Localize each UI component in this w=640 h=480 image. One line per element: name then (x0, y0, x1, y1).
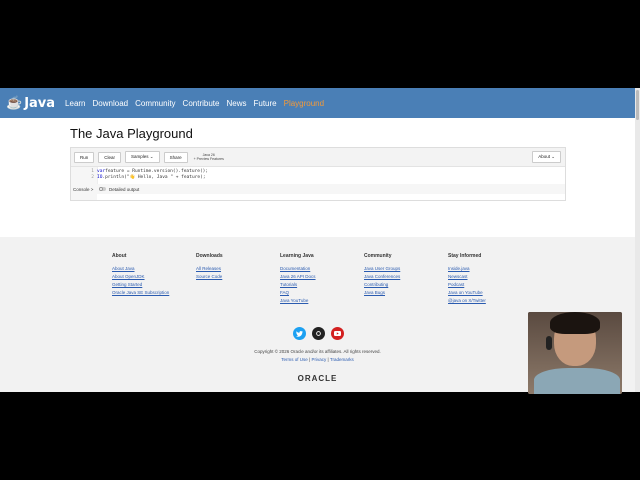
footer-link[interactable]: Java 26 API Docs (280, 274, 364, 279)
playground-toolbar: Run Clear Samples ⌄ Share Java 26 + Prev… (71, 148, 565, 167)
nav-download[interactable]: Download (93, 99, 129, 108)
footer-link[interactable]: Java Conferences (364, 274, 448, 279)
java-logo[interactable]: ☕ Java (6, 95, 55, 111)
footer-col-about: About About Java About OpenJDK Getting S… (112, 253, 196, 306)
footer-link[interactable]: Newscast (448, 274, 532, 279)
console-output (97, 194, 565, 200)
clear-button[interactable]: Clear (98, 151, 122, 163)
social-links (290, 327, 347, 340)
nav-future[interactable]: Future (253, 99, 276, 108)
console-header: Console > Detailed output (71, 184, 565, 194)
person-body (534, 368, 620, 394)
code-text: .println("👋 Hello, Java " + feature); (102, 175, 206, 180)
person-hair (550, 312, 600, 334)
footer-col-title: Learning Java (280, 253, 314, 259)
footer-columns: About About Java About OpenJDK Getting S… (112, 253, 532, 306)
top-navbar: ☕ Java Learn Download Community Contribu… (0, 88, 640, 118)
footer-link[interactable]: @java on X/Twitter (448, 298, 532, 303)
playground-panel: Run Clear Samples ⌄ Share Java 26 + Prev… (70, 147, 566, 201)
footer-link[interactable]: Java YouTube (280, 298, 364, 303)
page-title: The Java Playground (70, 126, 193, 141)
footer-link[interactable]: FAQ (280, 290, 364, 295)
detailed-output-toggle[interactable] (99, 187, 106, 191)
nav-learn[interactable]: Learn (65, 99, 85, 108)
about-dropdown[interactable]: About ⌄ (532, 151, 561, 163)
footer-link[interactable]: About Java (112, 266, 196, 271)
footer-col-stay-informed: Stay Informed Inside.java Newscast Podca… (448, 253, 532, 306)
footer-link[interactable]: Java Bugs (364, 290, 448, 295)
java-cup-icon: ☕ (6, 95, 23, 110)
logo-text: Java (24, 95, 56, 111)
headset-icon (546, 336, 552, 350)
java-version-selector[interactable]: Java 26 + Preview Features (194, 153, 224, 161)
nav-news[interactable]: News (226, 99, 246, 108)
share-button[interactable]: Share (163, 151, 188, 163)
samples-dropdown[interactable]: Samples ⌄ (125, 151, 160, 163)
code-editor[interactable]: 1 var feature = Runtime.version().featur… (91, 167, 565, 184)
footer-link[interactable]: Source Code (196, 274, 280, 279)
footer-link[interactable]: Inside.java (448, 266, 532, 271)
footer-link[interactable]: Getting Started (112, 282, 196, 287)
footer-link[interactable]: Java User Groups (364, 266, 448, 271)
terms-link[interactable]: Terms of Use (281, 357, 308, 362)
code-line: 2 IO .println("👋 Hello, Java " + feature)… (91, 175, 565, 181)
footer-link[interactable]: Documentation (280, 266, 364, 271)
github-icon[interactable] (312, 327, 325, 340)
page-scrollbar[interactable] (635, 88, 640, 392)
youtube-icon[interactable] (331, 327, 344, 340)
footer-link[interactable]: Oracle Java SE Subscription (112, 290, 196, 295)
footer-col-title: Downloads (196, 253, 223, 259)
footer-link[interactable]: Contributing (364, 282, 448, 287)
footer-link[interactable]: Podcast (448, 282, 532, 287)
nav-community[interactable]: Community (135, 99, 175, 108)
footer-link[interactable]: About OpenJDK (112, 274, 196, 279)
scrollbar-thumb[interactable] (636, 90, 639, 120)
privacy-link[interactable]: Privacy (311, 357, 326, 362)
twitter-icon[interactable] (293, 327, 306, 340)
footer-col-learning: Learning Java Documentation Java 26 API … (280, 253, 364, 306)
main-content: The Java Playground Run Clear Samples ⌄ … (0, 118, 640, 201)
nav-contribute[interactable]: Contribute (183, 99, 220, 108)
line-number: 2 (91, 175, 94, 180)
footer-col-title: Community (364, 253, 392, 259)
footer-link[interactable]: All Releases (196, 266, 280, 271)
webcam-overlay (528, 312, 622, 394)
footer-link[interactable]: Tutorials (280, 282, 364, 287)
console-label[interactable]: Console > (73, 187, 99, 192)
trademarks-link[interactable]: Trademarks (330, 357, 354, 362)
footer-col-downloads: Downloads All Releases Source Code (196, 253, 280, 306)
footer-col-title: Stay Informed (448, 253, 482, 259)
footer-col-community: Community Java User Groups Java Conferen… (364, 253, 448, 306)
run-button[interactable]: Run (74, 151, 95, 163)
footer-col-title: About (112, 253, 127, 259)
detailed-output-label: Detailed output (109, 186, 140, 192)
footer-link[interactable]: Java on YouTube (448, 290, 532, 295)
nav-playground[interactable]: Playground (284, 99, 324, 108)
preview-features-label: + Preview Features (193, 157, 224, 161)
